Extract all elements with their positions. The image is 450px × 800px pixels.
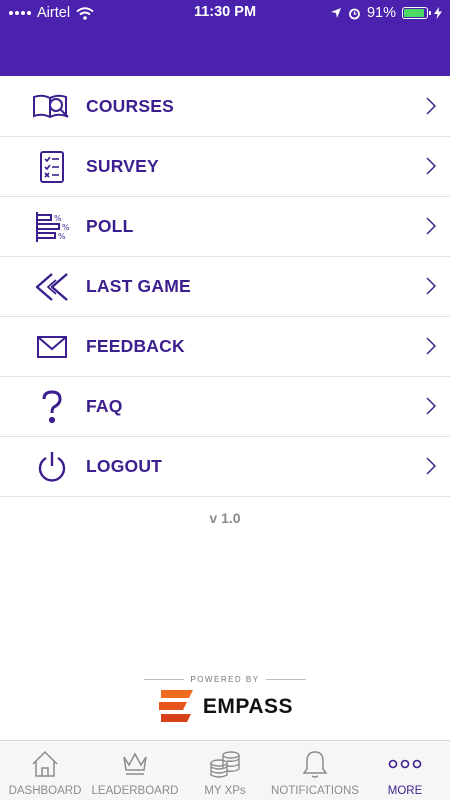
location-icon	[330, 8, 341, 18]
battery-icon	[402, 7, 431, 19]
tab-more[interactable]: MORE	[360, 741, 450, 800]
svg-text:%: %	[58, 232, 66, 241]
wifi-icon	[76, 6, 94, 20]
svg-text:%: %	[62, 223, 70, 232]
menu-item-last-game[interactable]: LAST GAME	[0, 257, 450, 317]
home-icon	[30, 747, 60, 781]
tab-label: LEADERBOARD	[91, 785, 179, 797]
survey-checklist-icon	[32, 149, 72, 185]
chevron-right-icon	[426, 277, 436, 295]
svg-text:%: %	[54, 214, 62, 223]
powered-by-label: POWERED BY	[190, 675, 260, 684]
chevron-right-icon	[426, 457, 436, 475]
menu-item-faq[interactable]: FAQ	[0, 377, 450, 437]
menu-item-survey[interactable]: SURVEY	[0, 137, 450, 197]
alarm-icon	[349, 8, 360, 19]
powered-by-branding: POWERED BY EMPASS	[0, 675, 450, 726]
carrier-label: Airtel	[37, 5, 71, 21]
envelope-icon	[32, 329, 72, 365]
coins-icon	[209, 747, 241, 781]
tab-label: MY XPs	[204, 785, 246, 797]
tab-my-xps[interactable]: MY XPs	[180, 741, 270, 800]
chevron-right-icon	[426, 97, 436, 115]
battery-percent: 91%	[366, 5, 396, 21]
tab-label: NOTIFICATIONS	[271, 785, 359, 797]
more-menu: COURSES SURVEY % % % POLL LAST GAME FEED…	[0, 77, 450, 497]
menu-item-feedback[interactable]: FEEDBACK	[0, 317, 450, 377]
menu-item-poll[interactable]: % % % POLL	[0, 197, 450, 257]
menu-item-label: SURVEY	[86, 156, 159, 176]
empass-logo-icon	[158, 690, 193, 722]
menu-item-label: FEEDBACK	[86, 336, 185, 356]
menu-item-logout[interactable]: LOGOUT	[0, 437, 450, 497]
crown-icon	[120, 747, 150, 781]
chevron-right-icon	[426, 217, 436, 235]
poll-bars-icon: % % %	[32, 209, 72, 245]
rewind-icon	[32, 269, 72, 305]
app-version: v 1.0	[209, 510, 241, 526]
menu-item-label: LOGOUT	[86, 456, 163, 476]
tab-dashboard[interactable]: DASHBOARD	[0, 741, 90, 800]
menu-item-courses[interactable]: COURSES	[0, 77, 450, 137]
chevron-right-icon	[426, 157, 436, 175]
tab-label: DASHBOARD	[8, 785, 82, 797]
chevron-right-icon	[426, 337, 436, 355]
tab-notifications[interactable]: NOTIFICATIONS	[270, 741, 360, 800]
chevron-right-icon	[426, 397, 436, 415]
app-header: Airtel 11:30 PM 91%	[0, 0, 450, 76]
brand-name: EMPASS	[202, 695, 294, 718]
menu-item-label: LAST GAME	[86, 276, 191, 296]
status-bar: Airtel 11:30 PM 91%	[0, 0, 450, 26]
more-dots-icon	[388, 747, 422, 781]
signal-icon	[9, 11, 31, 15]
menu-item-label: COURSES	[86, 96, 174, 116]
bell-icon	[301, 747, 329, 781]
menu-item-label: POLL	[86, 216, 134, 236]
menu-item-label: FAQ	[86, 396, 123, 416]
charging-icon	[434, 7, 442, 19]
tab-label: MORE	[387, 785, 423, 797]
tab-leaderboard[interactable]: LEADERBOARD	[90, 741, 180, 800]
book-search-icon	[32, 89, 72, 125]
bottom-tab-bar: DASHBOARD LEADERBOARD MY XPs NOTIFICATIO…	[0, 740, 450, 800]
power-icon	[32, 449, 72, 485]
question-mark-icon	[32, 389, 72, 425]
